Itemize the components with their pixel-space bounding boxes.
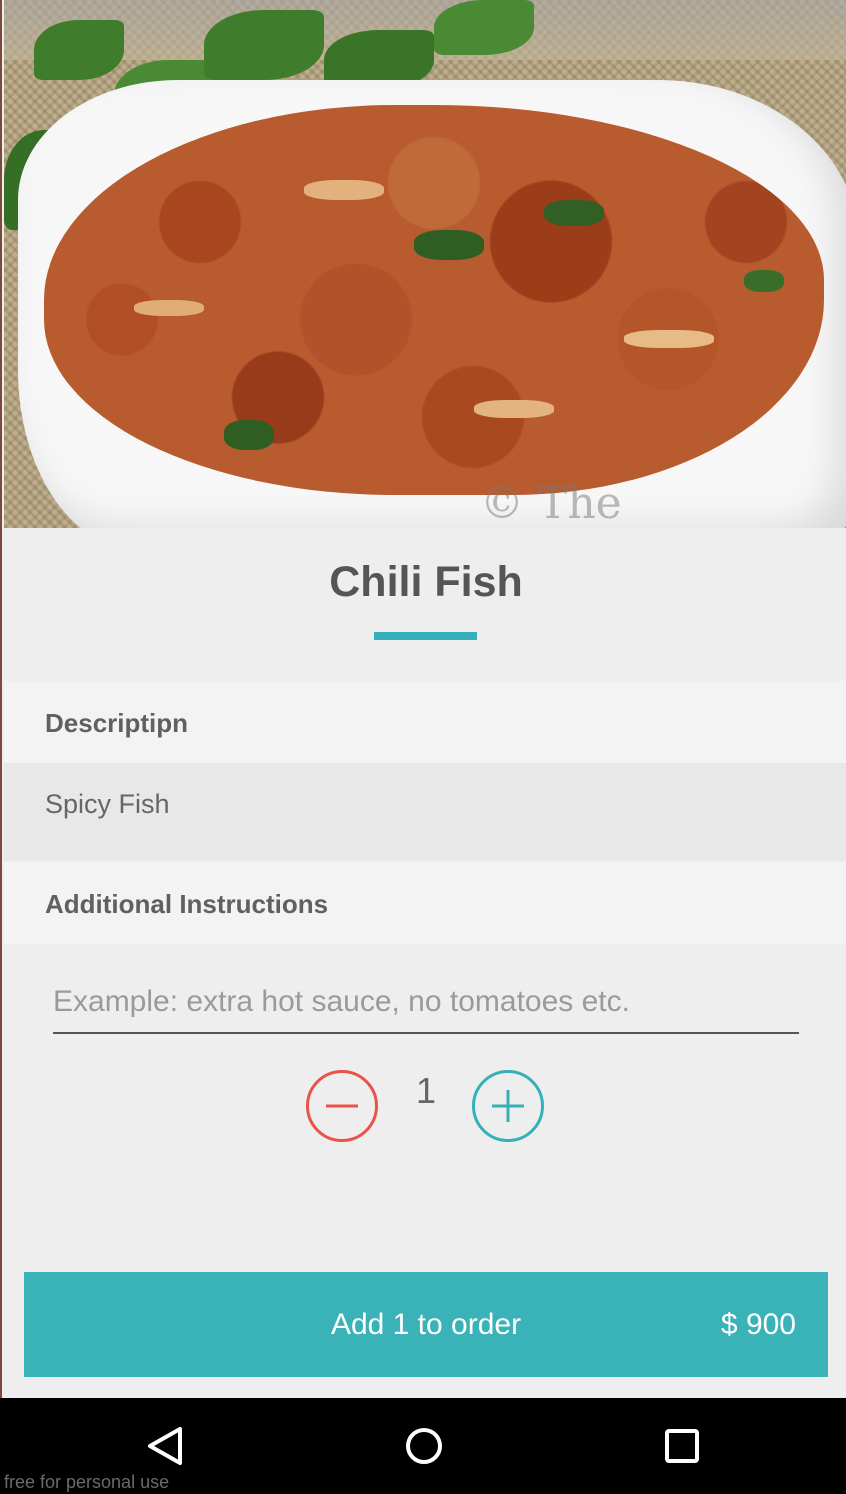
description-header: Descriptipn bbox=[4, 681, 846, 763]
home-circle-icon bbox=[406, 1428, 442, 1464]
decrement-quantity-button[interactable] bbox=[306, 1070, 378, 1142]
onion bbox=[134, 300, 204, 316]
nav-recents-button[interactable] bbox=[652, 1418, 712, 1474]
minus-circle-icon bbox=[326, 1104, 358, 1108]
description-text: Spicy Fish bbox=[45, 789, 170, 819]
cilantro-leaf bbox=[434, 0, 534, 55]
title-area: Chili Fish bbox=[4, 528, 846, 680]
screen: © The Chili Fish Descriptipn Spicy Fish … bbox=[0, 0, 846, 1398]
garnish bbox=[414, 230, 484, 260]
instructions-header-label: Additional Instructions bbox=[45, 889, 329, 919]
garnish bbox=[744, 270, 784, 292]
onion bbox=[474, 400, 554, 418]
plus-circle-icon bbox=[492, 1090, 524, 1122]
onion bbox=[624, 330, 714, 348]
add-to-order-button[interactable]: Add 1 to order $ 900 bbox=[24, 1272, 828, 1377]
garnish bbox=[544, 200, 604, 226]
recents-square-icon bbox=[665, 1429, 699, 1463]
cilantro-leaf bbox=[34, 20, 124, 80]
add-to-order-label: Add 1 to order bbox=[330, 1308, 522, 1341]
dish-image: © The bbox=[4, 0, 846, 528]
nav-home-button[interactable] bbox=[394, 1418, 454, 1474]
garnish bbox=[224, 420, 274, 450]
nav-back-button[interactable] bbox=[136, 1418, 196, 1474]
back-triangle-icon bbox=[148, 1427, 182, 1465]
image-watermark: © The bbox=[480, 478, 622, 528]
quantity-value: 1 bbox=[415, 1070, 437, 1111]
description-header-label: Descriptipn bbox=[45, 708, 189, 738]
increment-quantity-button[interactable] bbox=[472, 1070, 544, 1142]
footer-note: free for personal use bbox=[4, 1472, 170, 1492]
description-body: Spicy Fish bbox=[4, 763, 846, 861]
page-title: Chili Fish bbox=[329, 558, 523, 606]
onion bbox=[304, 180, 384, 200]
instructions-header: Additional Instructions bbox=[4, 862, 846, 944]
title-underline bbox=[374, 632, 477, 640]
order-price: $ 900 bbox=[720, 1308, 796, 1341]
cilantro-leaf bbox=[204, 10, 324, 80]
instructions-input[interactable] bbox=[53, 972, 799, 1034]
